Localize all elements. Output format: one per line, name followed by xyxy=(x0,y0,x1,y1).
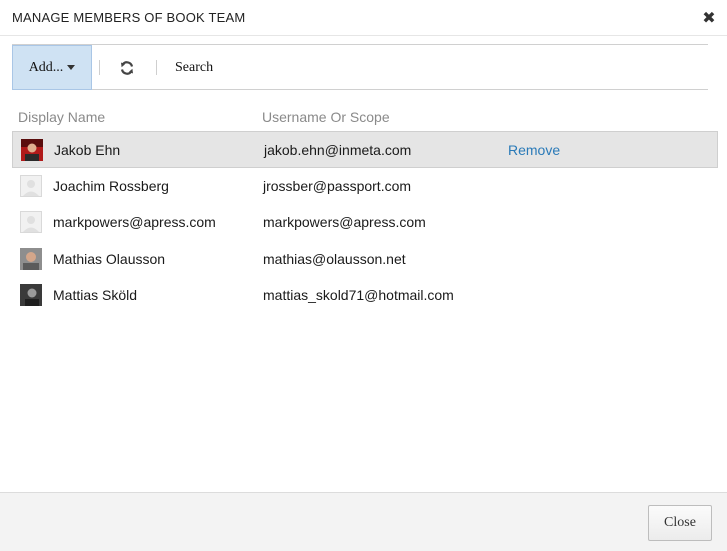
member-display-name: Joachim Rossberg xyxy=(53,177,169,194)
member-username: jrossber@passport.com xyxy=(263,177,412,194)
members-list: Jakob Ehn jakob.ehn@inmeta.com Remove Jo… xyxy=(12,131,718,314)
toolbar-divider xyxy=(156,60,157,75)
add-button-label: Add... xyxy=(28,59,64,75)
close-icon[interactable]: ✖ xyxy=(699,7,719,27)
refresh-button[interactable] xyxy=(116,58,138,78)
dialog-titlebar: MANAGE MEMBERS OF BOOK TEAM ✖ xyxy=(0,0,727,36)
avatar xyxy=(21,139,43,161)
member-username: mattias_skold71@hotmail.com xyxy=(263,287,454,304)
avatar xyxy=(20,284,42,307)
remove-link[interactable]: Remove xyxy=(508,142,560,158)
table-row[interactable]: Mattias Sköld mattias_skold71@hotmail.co… xyxy=(12,277,718,314)
member-username: jakob.ehn@inmeta.com xyxy=(264,142,412,158)
avatar xyxy=(20,247,42,270)
column-header-username[interactable]: Username Or Scope xyxy=(262,109,390,125)
avatar xyxy=(20,174,42,197)
table-row[interactable]: Jakob Ehn jakob.ehn@inmeta.com Remove xyxy=(12,131,718,168)
member-username: markpowers@apress.com xyxy=(263,214,426,231)
member-display-name: markpowers@apress.com xyxy=(53,214,216,231)
toolbar: Add... Search xyxy=(12,44,708,90)
chevron-down-icon xyxy=(67,65,76,70)
search-button[interactable]: Search xyxy=(175,60,213,76)
close-button[interactable]: Close xyxy=(648,505,712,541)
table-row[interactable]: Mathias Olausson mathias@olausson.net xyxy=(12,241,718,278)
dialog-footer: Close xyxy=(0,492,727,551)
column-header-display-name[interactable]: Display Name xyxy=(18,109,105,125)
member-username: mathias@olausson.net xyxy=(263,250,406,267)
member-display-name: Mattias Sköld xyxy=(53,287,138,304)
manage-members-dialog: MANAGE MEMBERS OF BOOK TEAM ✖ Add... Sea… xyxy=(0,0,727,551)
dialog-title: MANAGE MEMBERS OF BOOK TEAM xyxy=(12,10,246,25)
member-display-name: Mathias Olausson xyxy=(53,250,166,267)
table-row[interactable]: markpowers@apress.com markpowers@apress.… xyxy=(12,204,718,241)
table-row[interactable]: Joachim Rossberg jrossber@passport.com xyxy=(12,168,718,205)
avatar xyxy=(20,211,42,234)
refresh-icon xyxy=(120,61,134,75)
table-header: Display Name Username Or Scope xyxy=(18,109,708,125)
toolbar-divider xyxy=(99,60,100,75)
member-display-name: Jakob Ehn xyxy=(54,142,121,158)
add-button[interactable]: Add... xyxy=(12,45,92,90)
